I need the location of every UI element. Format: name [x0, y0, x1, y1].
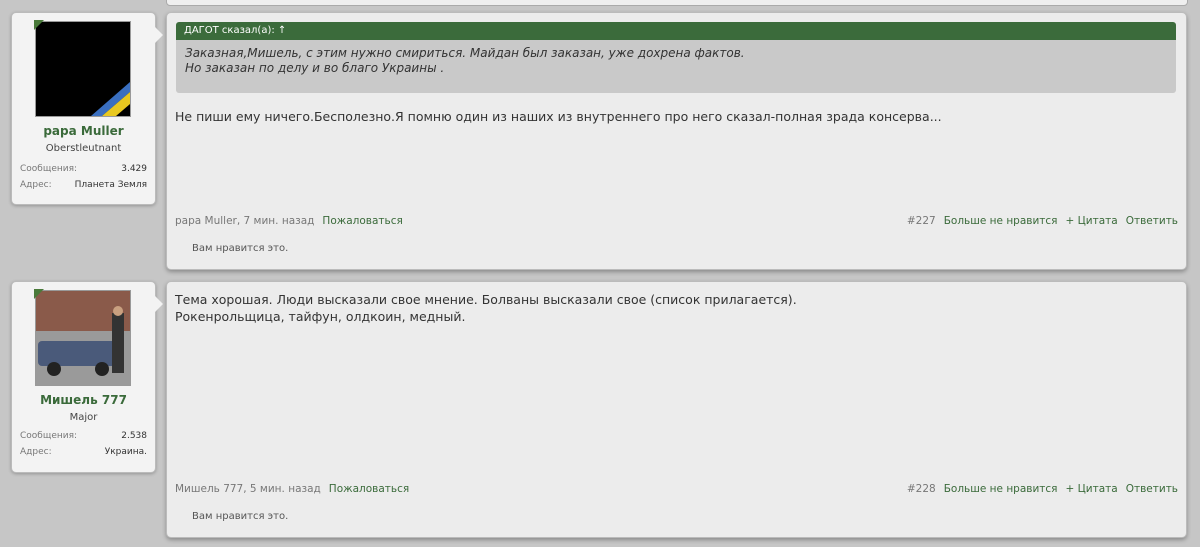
post-227: ДАГОТ сказал(а): ↑ Заказная,Мишель, с эт… [166, 12, 1187, 270]
messages-stat: Сообщения: 3.429 [20, 164, 147, 174]
unlike-link[interactable]: Больше не нравится [944, 215, 1058, 227]
likes-summary: Вам нравится это. [192, 511, 289, 522]
avatar[interactable] [34, 289, 131, 386]
user-title: Major [69, 412, 98, 423]
stat-label: Сообщения: [20, 164, 78, 174]
report-link[interactable]: Пожаловаться [329, 483, 409, 495]
post-228: Тема хорошая. Люди высказали свое мнение… [166, 281, 1187, 538]
message-line: Рокенрольщица, тайфун, олдкоин, медный. [175, 309, 466, 324]
post-number-link[interactable]: #227 [907, 215, 936, 227]
author-time-link[interactable]: Мишель 777, 5 мин. назад [175, 483, 321, 495]
stat-value: Планета Земля [74, 180, 147, 190]
quote-link[interactable]: + Цитата [1066, 215, 1118, 227]
user-info-mishel-777: Мишель 777 Major Сообщения: 2.538 Адрес: У… [11, 281, 163, 473]
username-link[interactable]: Мишель 777 [12, 393, 155, 407]
address-stat: Адрес: Украина. [20, 447, 147, 457]
username-link[interactable]: papa Muller [12, 124, 155, 138]
stat-label: Адрес: [20, 180, 52, 190]
post-number-link[interactable]: #228 [907, 483, 936, 495]
stat-value[interactable]: 3.429 [121, 164, 147, 174]
post-meta: papa Muller, 7 мин. назад Пожаловаться #2… [175, 215, 1178, 227]
quote-header[interactable]: ДАГОТ сказал(а): ↑ [176, 22, 1176, 40]
unlike-link[interactable]: Больше не нравится [944, 483, 1058, 495]
quote-line: Но заказан по делу и во благо Украины . [185, 61, 445, 75]
reply-link[interactable]: Ответить [1126, 215, 1178, 227]
message-text: Тема хорошая. Люди высказали свое мнение… [175, 291, 797, 325]
avatar-corner-icon [34, 289, 44, 299]
message-line: Не пиши ему ничего.Бесполезно.Я помню од… [175, 109, 942, 124]
car-photo-avatar-image [36, 291, 130, 385]
ukraine-ribbon-avatar-image [91, 82, 130, 116]
user-title: Oberstleutnant [45, 143, 122, 154]
avatar[interactable] [34, 20, 131, 117]
previous-post-edge [166, 0, 1188, 6]
reply-link[interactable]: Ответить [1126, 483, 1178, 495]
author-time-link[interactable]: papa Muller, 7 мин. назад [175, 215, 314, 227]
post-meta: Мишель 777, 5 мин. назад Пожаловаться #22… [175, 483, 1178, 495]
message-text: Не пиши ему ничего.Бесполезно.Я помню од… [175, 108, 942, 125]
stat-label: Адрес: [20, 447, 52, 457]
stat-value: Украина. [104, 447, 147, 457]
stat-label: Сообщения: [20, 431, 78, 441]
avatar-corner-icon [34, 20, 44, 30]
stat-value[interactable]: 2.538 [121, 431, 147, 441]
address-stat: Адрес: Планета Земля [20, 180, 147, 190]
user-info-papa-muller: papa Muller Oberstleutnant Сообщения: 3.4… [11, 12, 163, 205]
message-line: Тема хорошая. Люди высказали свое мнение… [175, 292, 797, 307]
quote-line: Заказная,Мишель, с этим нужно смириться.… [185, 46, 745, 60]
likes-summary: Вам нравится это. [192, 243, 289, 254]
report-link[interactable]: Пожаловаться [322, 215, 402, 227]
messages-stat: Сообщения: 2.538 [20, 431, 147, 441]
quote-body: Заказная,Мишель, с этим нужно смириться.… [176, 40, 1176, 93]
quote-link[interactable]: + Цитата [1066, 483, 1118, 495]
